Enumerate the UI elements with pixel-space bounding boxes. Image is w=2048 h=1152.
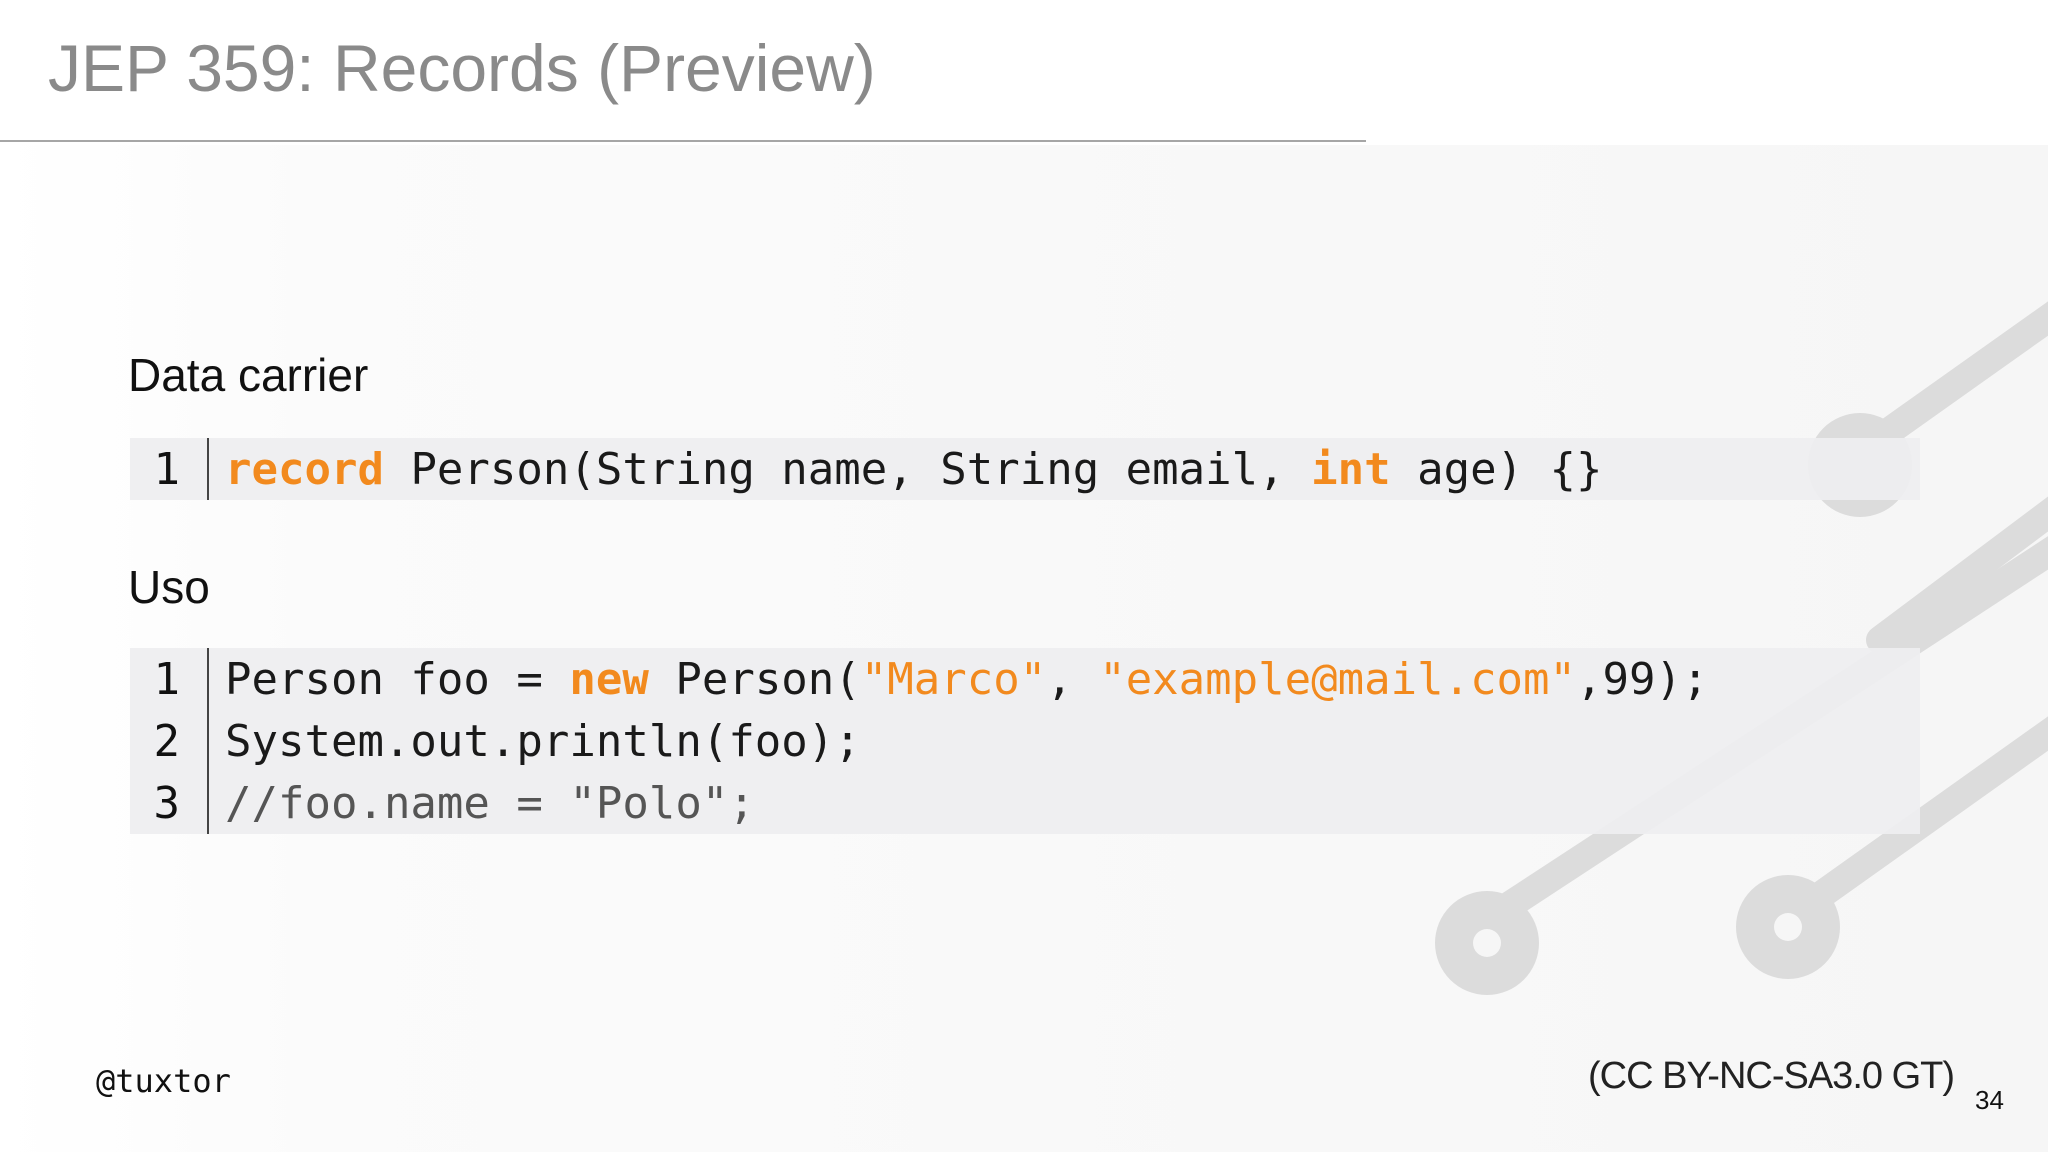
code-token-string: "Marco"	[860, 654, 1047, 705]
code-token-keyword: int	[1311, 444, 1391, 495]
code-token-plain: System.out.println(foo);	[225, 716, 861, 767]
code-token-plain: ,	[1046, 654, 1100, 705]
circuit-decoration-icon	[1435, 301, 2048, 995]
code-token-comment: //foo.name = "Polo";	[225, 778, 755, 829]
license-label: (CC BY-NC-SA3.0 GT)	[1588, 1055, 1955, 1097]
line-number: 1	[153, 654, 181, 705]
code-token-keyword: new	[569, 654, 649, 705]
title-divider	[0, 140, 1366, 142]
slide-title: JEP 359: Records (Preview)	[48, 31, 876, 105]
code-text: record Person(String name, String email,…	[225, 444, 1603, 495]
code-token-plain: age) {}	[1390, 444, 1603, 495]
line-number: 3	[153, 778, 181, 829]
code-text: //foo.name = "Polo";	[225, 778, 755, 829]
line-gutter	[207, 648, 209, 710]
code-token-plain: Person(String name, String email,	[383, 444, 1312, 495]
code-block-data-carrier: 1 record Person(String name, String email…	[130, 438, 1920, 500]
code-token-keyword: record	[225, 444, 384, 495]
code-line: 1 Person foo = new Person("Marco", "examp…	[130, 648, 1920, 710]
line-gutter	[207, 710, 209, 772]
code-text: Person foo = new Person("Marco", "exampl…	[225, 654, 1708, 705]
line-gutter	[207, 438, 209, 500]
author-handle: @tuxtor	[96, 1062, 231, 1100]
section-label-data-carrier: Data carrier	[128, 349, 369, 401]
line-number: 2	[153, 716, 181, 767]
code-token-plain: Person foo =	[225, 654, 570, 705]
section-label-uso: Uso	[128, 561, 210, 613]
line-number: 1	[153, 444, 181, 495]
code-token-string: "example@mail.com"	[1099, 654, 1577, 705]
code-line: 1 record Person(String name, String email…	[130, 438, 1920, 500]
code-block-uso: 1 Person foo = new Person("Marco", "examp…	[130, 648, 1920, 834]
line-gutter	[207, 772, 209, 834]
code-text: System.out.println(foo);	[225, 716, 861, 767]
page-number: 34	[1975, 1085, 2004, 1115]
code-line: 3 //foo.name = "Polo";	[130, 772, 1920, 834]
code-token-plain: ,99);	[1576, 654, 1709, 705]
code-token-plain: Person(	[648, 654, 861, 705]
code-line: 2 System.out.println(foo);	[130, 710, 1920, 772]
